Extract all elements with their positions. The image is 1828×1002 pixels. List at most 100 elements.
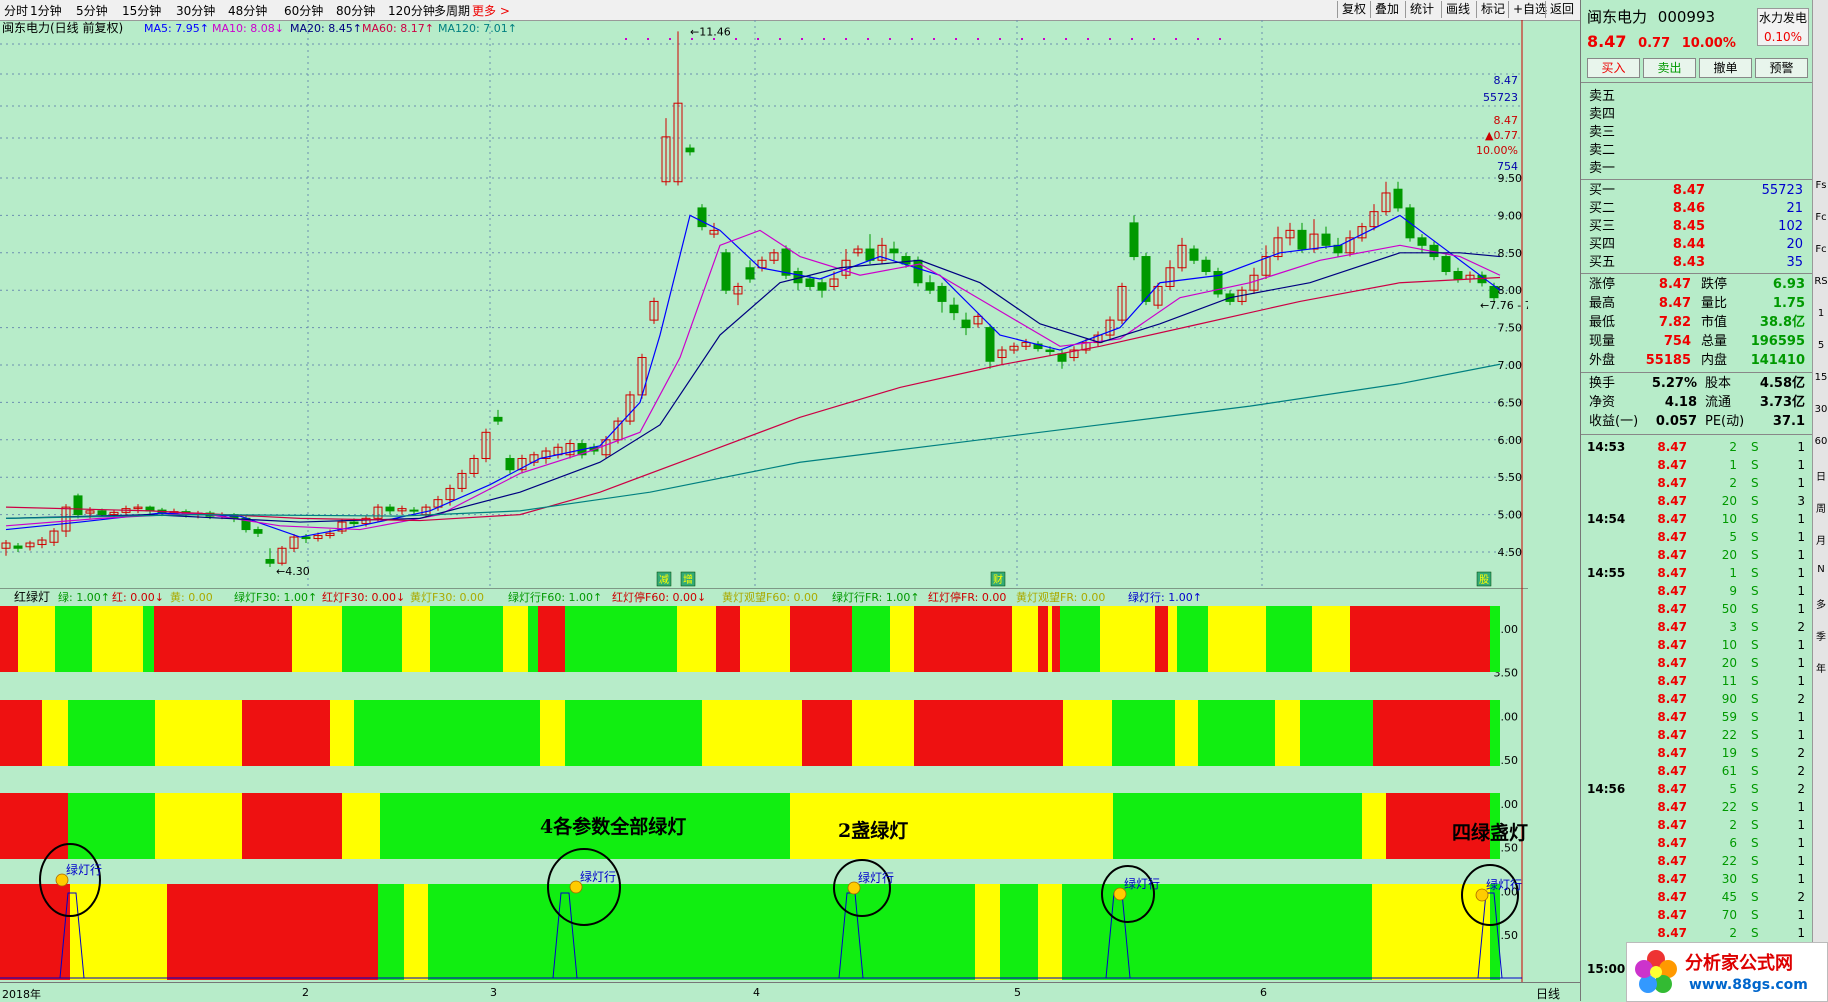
alert-button[interactable]: 预警 <box>1755 58 1808 78</box>
period-tab[interactable]: 30分钟 <box>176 2 215 19</box>
tick-row: 8.47 20 S 3 <box>1581 492 1813 510</box>
side-tab[interactable]: 5 <box>1814 340 1828 351</box>
toolbar-button[interactable]: 标记 <box>1476 1 1509 18</box>
cancel-order-button[interactable]: 撤单 <box>1699 58 1752 78</box>
indicator-legend: 黄: 0.00 <box>170 590 213 604</box>
tick-row: 8.47 6 S 1 <box>1581 834 1813 852</box>
buy-level-label: 买二 <box>1589 201 1616 216</box>
period-tab[interactable]: 120分钟 <box>388 2 435 19</box>
tick-price: 8.47 <box>1657 530 1687 544</box>
tick-price: 8.47 <box>1657 512 1687 526</box>
period-tab[interactable]: 多周期 <box>434 2 470 19</box>
event-dot <box>691 38 693 40</box>
light-segment-green <box>1098 884 1372 980</box>
toolbar-button[interactable]: 统计 <box>1405 1 1438 18</box>
side-tab[interactable]: 周 <box>1814 500 1828 515</box>
stats-row: 最低 7.82 市值 38.8亿 <box>1581 314 1813 332</box>
toolbar-button[interactable]: 复权 <box>1337 1 1370 18</box>
side-tab[interactable]: 月 <box>1814 532 1828 547</box>
buy-level-price: 8.43 <box>1672 255 1705 270</box>
price-tick-label: 7.50 <box>1498 322 1523 335</box>
date-axis-label: 2 <box>302 986 309 999</box>
ma-legend: MA10: 8.08↓ <box>212 22 284 35</box>
buy-level-volume: 55723 <box>1761 183 1803 198</box>
side-tab[interactable]: Fc <box>1814 244 1828 255</box>
stat-label: 外盘 <box>1589 353 1616 368</box>
stat-value: 4.18 <box>1664 395 1697 410</box>
period-tab[interactable]: 分时 <box>4 2 28 19</box>
separator <box>1581 372 1813 373</box>
stat-label: 涨停 <box>1589 277 1616 292</box>
light-segment-yellow <box>292 606 342 672</box>
tick-side: S <box>1751 548 1759 562</box>
tick-price: 8.47 <box>1657 674 1687 688</box>
toolbar-button[interactable]: 画线 <box>1441 1 1474 18</box>
side-tab[interactable]: 30 <box>1814 404 1828 415</box>
stat-value: 0.057 <box>1655 414 1697 429</box>
tick-row: 8.47 50 S 1 <box>1581 600 1813 618</box>
candle-down <box>1453 271 1463 280</box>
event-dot <box>977 38 979 40</box>
tick-count: 1 <box>1797 566 1805 580</box>
candle-down <box>685 147 695 153</box>
period-tab[interactable]: 1分钟 <box>30 2 62 19</box>
buy-button[interactable]: 买入 <box>1587 58 1640 78</box>
signal-circle-label: 绿灯行 <box>1486 877 1522 892</box>
side-tab[interactable]: Fc <box>1814 212 1828 223</box>
period-tab[interactable]: 更多 > <box>472 2 510 19</box>
buy-level-price: 8.45 <box>1672 219 1705 234</box>
light-segment-green <box>1000 884 1038 980</box>
period-tab[interactable]: 5分钟 <box>76 2 108 19</box>
toolbar-button[interactable]: 返回 <box>1545 1 1578 18</box>
light-segment-green <box>55 606 92 672</box>
sector-box[interactable]: 水力发电 0.10% <box>1757 8 1809 46</box>
tick-side: S <box>1751 584 1759 598</box>
light-segment-green <box>1490 700 1500 766</box>
range-label: ←7.76 - 7.8 <box>1480 299 1528 312</box>
side-tab[interactable]: 日 <box>1814 468 1828 483</box>
period-tab[interactable]: 15分钟 <box>122 2 161 19</box>
ma5-line <box>5 214 1501 538</box>
side-tab[interactable]: Fs <box>1814 180 1828 191</box>
side-tab[interactable]: 年 <box>1814 660 1828 675</box>
tick-volume: 50 <box>1721 602 1737 616</box>
light-segment-red <box>0 700 42 766</box>
event-dot <box>933 38 935 40</box>
period-tab[interactable]: 48分钟 <box>228 2 267 19</box>
stat-label: 现量 <box>1589 334 1616 349</box>
side-tab[interactable]: 1 <box>1814 308 1828 319</box>
side-tab[interactable]: N <box>1814 564 1828 575</box>
period-tab[interactable]: 80分钟 <box>336 2 375 19</box>
traffic-light-indicator-chart[interactable]: 红绿灯 绿: 1.00↑ 红: 0.00↓ 黄: 0.00 绿灯F30: 1.00↑ 红灯… <box>0 588 1528 982</box>
light-segment-yellow <box>740 606 790 672</box>
period-tab[interactable]: 60分钟 <box>284 2 323 19</box>
indicator-legend: 绿: 1.00↑ <box>58 590 110 604</box>
tick-time: 14:55 <box>1587 566 1626 580</box>
side-tab[interactable]: 多 <box>1814 596 1828 611</box>
candle-down <box>1129 222 1139 258</box>
light-segment-yellow <box>1372 884 1490 980</box>
tick-row: 8.47 59 S 1 <box>1581 708 1813 726</box>
tick-volume: 5 <box>1729 782 1737 796</box>
sell-button[interactable]: 卖出 <box>1643 58 1696 78</box>
tick-side: S <box>1751 566 1759 580</box>
stat-label: 内盘 <box>1701 353 1728 368</box>
stock-name: 闽东电力 000993 <box>1587 6 1715 27</box>
side-tab[interactable]: 季 <box>1814 628 1828 643</box>
buy-level: 买四 8.44 20 <box>1581 236 1813 254</box>
tick-count: 1 <box>1797 908 1805 922</box>
indicator-legend: 黄灯观望F60: 0.00 <box>722 590 818 604</box>
price-tick-label: 6.00 <box>1498 434 1523 447</box>
side-tab[interactable]: RS <box>1814 276 1828 287</box>
stat-label: 流通 <box>1705 395 1732 410</box>
side-tab[interactable]: 15 <box>1814 372 1828 383</box>
candlestick-chart[interactable]: 9.50 9.00 8.50 8.00 7.50 7.00 6.50 6.00 5.50 5.00… <box>0 20 1528 588</box>
candle-down <box>745 267 755 280</box>
candles <box>1 31 1499 567</box>
toolbar-button[interactable]: 叠加 <box>1370 1 1403 18</box>
tick-count: 1 <box>1797 440 1805 454</box>
tick-count: 1 <box>1797 674 1805 688</box>
light-segment-yellow <box>890 606 914 672</box>
event-marker: 减 <box>659 574 669 586</box>
side-tab[interactable]: 60 <box>1814 436 1828 447</box>
